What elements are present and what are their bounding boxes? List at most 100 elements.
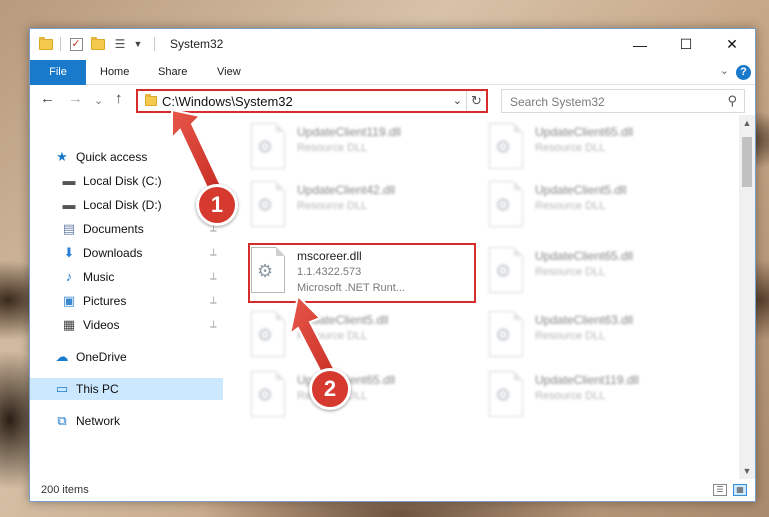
window-title: System32 [170, 37, 224, 51]
sidebar-item-documents[interactable]: ▤ Documents ⟂ [30, 218, 223, 240]
sidebar-item-pictures[interactable]: ▣ Pictures ⟂ [30, 290, 223, 312]
scrollbar-thumb[interactable] [742, 137, 752, 187]
ribbon-tabs: File Home Share View ⌄ ? [30, 60, 755, 85]
scroll-down-icon[interactable]: ▼ [739, 463, 755, 479]
divider [60, 37, 61, 51]
large-icons-view-icon[interactable]: ▦ [733, 484, 747, 496]
scroll-up-icon[interactable]: ▲ [739, 115, 755, 131]
chevron-down-icon[interactable]: ▼ [130, 36, 146, 52]
file-item[interactable]: ⚙ UpdateClient119.dll Resource DLL [251, 123, 481, 179]
file-detail: Resource DLL [535, 390, 606, 402]
vertical-scrollbar[interactable]: ▲ ▼ [739, 115, 755, 479]
dll-file-icon: ⚙ [489, 311, 523, 357]
pin-icon[interactable]: ⟂ [210, 319, 217, 330]
file-list: ⚙ UpdateClient119.dll Resource DLL ⚙ UpdateC… [223, 115, 743, 479]
annotation-badge-2: 2 [309, 368, 351, 410]
sidebar-item-local-disk-c[interactable]: ▬ Local Disk (C:) ⟂ [30, 170, 223, 192]
sidebar-item-label: Quick access [76, 150, 148, 164]
new-folder-icon[interactable] [90, 36, 106, 52]
search-input[interactable]: Search System32 ⚲ [501, 89, 745, 113]
tab-view[interactable]: View [217, 60, 241, 85]
properties-icon[interactable]: ✓ [68, 36, 84, 52]
minimize-button[interactable]: — [617, 29, 663, 60]
file-item[interactable]: ⚙ UpdateClient65.dll Resource DLL [489, 247, 719, 303]
pin-icon[interactable]: ⟂ [210, 271, 217, 282]
sidebar-item-network[interactable]: ⧉ Network [30, 410, 223, 432]
up-arrow-icon[interactable]: ↑ [115, 91, 123, 107]
forward-arrow-icon[interactable]: → [68, 91, 83, 107]
documents-icon: ▤ [62, 221, 76, 236]
help-icon[interactable]: ? [736, 65, 751, 80]
gear-icon: ⚙ [495, 261, 512, 281]
back-arrow-icon[interactable]: ← [40, 91, 55, 107]
customize-quick-access-icon[interactable]: ☰ [112, 36, 128, 52]
sidebar-item-local-disk-d[interactable]: ▬Local Disk (D:)⟂ [30, 194, 223, 216]
sidebar-item-label: This PC [76, 382, 119, 396]
sidebar-item-music[interactable]: ♪ Music ⟂ [30, 266, 223, 288]
file-name: UpdateClient63.dll [535, 313, 634, 327]
pin-icon[interactable]: ⟂ [210, 295, 217, 306]
chevron-down-icon[interactable]: ⌄ [720, 64, 729, 77]
file-item[interactable]: ⚙ UpdateClient5.dll Resource DLL [251, 311, 481, 367]
sidebar-item-label: Local Disk (D:) [83, 198, 162, 212]
file-detail: Resource DLL [297, 200, 368, 212]
file-explorer-window: ✓ ☰ ▼ System32 — ☐ ✕ File Home Share Vie… [29, 28, 756, 502]
gear-icon: ⚙ [495, 325, 512, 345]
file-name: UpdateClient65.dll [535, 249, 634, 263]
dll-file-icon: ⚙ [251, 123, 285, 169]
sidebar-item-label: Local Disk (C:) [83, 174, 162, 188]
file-item[interactable]: ⚙UpdateClient65.dllResource DLL [489, 123, 719, 179]
chevron-down-icon[interactable]: ⌄ [453, 94, 462, 107]
sidebar-item-videos[interactable]: ▦ Videos ⟂ [30, 314, 223, 336]
file-item[interactable]: ⚙ UpdateClient42.dll Resource DLL [251, 181, 481, 237]
address-path[interactable]: C:\Windows\System32 [162, 94, 293, 109]
file-name: UpdateClient42.dll [297, 183, 396, 197]
file-name: UpdateClient119.dll [535, 373, 639, 387]
search-placeholder: Search System32 [510, 95, 605, 109]
dll-file-icon: ⚙ [489, 247, 523, 293]
tab-share[interactable]: Share [158, 60, 187, 85]
divider [154, 37, 155, 51]
this-pc-icon: ▭ [55, 381, 69, 396]
gear-icon: ⚙ [495, 195, 512, 215]
file-detail: Resource DLL [535, 266, 606, 278]
star-icon: ★ [56, 149, 68, 164]
file-detail: Resource DLL [535, 330, 606, 342]
search-icon[interactable]: ⚲ [727, 93, 737, 109]
file-detail: Resource DLL [297, 330, 368, 342]
dll-file-icon: ⚙ [251, 181, 285, 227]
sidebar-item-label: Videos [83, 318, 120, 332]
tab-home[interactable]: Home [100, 60, 129, 85]
file-name: UpdateClient119.dll [297, 125, 401, 139]
dll-file-icon: ⚙ [489, 123, 523, 169]
maximize-button[interactable]: ☐ [663, 29, 709, 60]
file-item[interactable]: ⚙ UpdateClient5.dll Resource DLL [489, 181, 719, 237]
recent-locations-icon[interactable]: ⌄ [94, 93, 103, 109]
pin-icon[interactable]: ⟂ [210, 247, 217, 258]
dll-file-icon: ⚙ [489, 181, 523, 227]
status-bar: 200 items ☰ ▦ [30, 479, 755, 501]
gear-icon: ⚙ [257, 195, 274, 215]
drive-icon: ▬ [62, 173, 76, 188]
sidebar-item-label: Music [83, 270, 115, 284]
file-name: UpdateClient65.dll [535, 125, 634, 139]
network-icon: ⧉ [57, 413, 67, 428]
refresh-icon[interactable]: ↻ [466, 91, 486, 111]
gear-icon: ⚙ [495, 137, 512, 157]
file-detail: Resource DLL [297, 142, 368, 154]
file-item[interactable]: ⚙ UpdateClient63.dll Resource DLL [489, 311, 719, 367]
drive-icon: ▬ [62, 197, 76, 212]
sidebar-item-this-pc[interactable]: ▭ This PC [30, 378, 223, 400]
file-detail: Resource DLL [535, 200, 606, 212]
navigation-pane: ★ Quick access ▬ Local Disk (C:) ⟂ ▬ Local Dis… [30, 115, 223, 479]
sidebar-item-quick-access[interactable]: ★ Quick access [30, 146, 223, 168]
sidebar-item-onedrive[interactable]: ☁ OneDrive [30, 346, 223, 368]
file-item[interactable]: ⚙ UpdateClient119.dll Resource DLL [489, 371, 719, 427]
close-button[interactable]: ✕ [709, 29, 755, 60]
file-item[interactable]: ⚙UpdateClient65.dllResource DLL [251, 371, 481, 427]
address-bar[interactable]: C:\Windows\System32 ⌄ ↻ [136, 89, 488, 113]
tab-file[interactable]: File [30, 60, 86, 85]
details-view-icon[interactable]: ☰ [713, 484, 727, 496]
gear-icon: ⚙ [257, 325, 274, 345]
sidebar-item-downloads[interactable]: ⬇ Downloads ⟂ [30, 242, 223, 264]
